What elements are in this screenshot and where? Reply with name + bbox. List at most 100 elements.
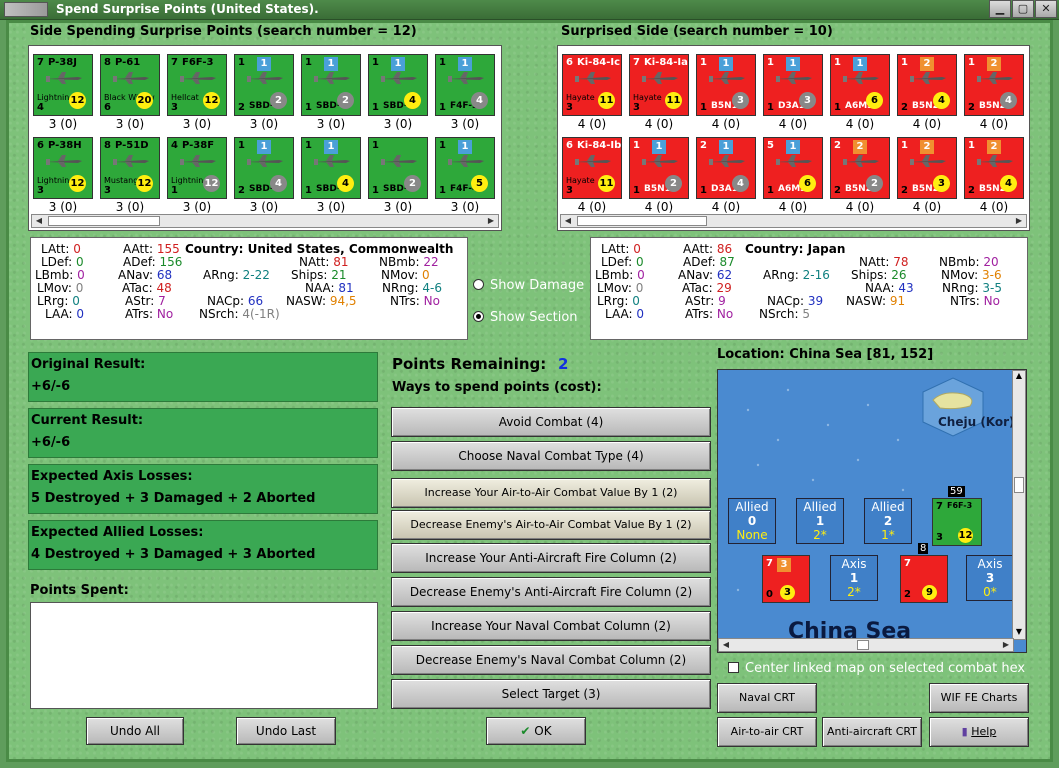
scroll-up-icon[interactable]: ▲ — [1013, 371, 1025, 383]
scrollbar-thumb[interactable] — [577, 216, 707, 226]
counter-caption: 4 (0) — [577, 117, 607, 131]
combat-map[interactable]: Cheju (Kor) China Sea Allied 0 None Alli… — [717, 369, 1027, 653]
spend-option-button[interactable]: Avoid Combat (4) — [391, 407, 711, 437]
counter-range-circle: 4 — [471, 92, 488, 109]
right-counter[interactable]: 6 Ki-84-Ib Hayate 3 11 — [562, 137, 622, 199]
spend-option-button[interactable]: Increase Your Anti-Aircraft Fire Column … — [391, 543, 711, 573]
minimize-icon[interactable]: ▁ — [989, 0, 1011, 18]
points-spent-list[interactable] — [30, 602, 378, 709]
right-counter[interactable]: 6 Ki-84-Ic Hayate 3 11 — [562, 54, 622, 116]
show-damage-radio[interactable]: Show Damage — [473, 278, 584, 293]
axis-box-1[interactable]: Axis 1 2* — [830, 555, 878, 601]
wif-fe-charts-button[interactable]: WIF FE Charts — [929, 683, 1029, 713]
right-counters-scrollbar[interactable]: ◀ ▶ — [560, 214, 1027, 228]
allied-box-0[interactable]: Allied 0 None — [728, 498, 776, 544]
counter-defense-value: 1 — [439, 102, 446, 113]
scroll-right-icon[interactable]: ▶ — [484, 215, 498, 227]
counter-range-circle: 12 — [136, 175, 153, 192]
undo-last-button[interactable]: Undo Last — [236, 717, 336, 745]
undo-all-button[interactable]: Undo All — [86, 717, 184, 745]
spend-option-button[interactable]: Decrease Enemy's Anti-Aircraft Fire Colu… — [391, 577, 711, 607]
scrollbar-thumb[interactable] — [1014, 477, 1024, 493]
spend-option-button[interactable]: Choose Naval Combat Type (4) — [391, 441, 711, 471]
right-counter[interactable]: 1 2 B5N2 2 4 — [897, 54, 957, 116]
right-counter[interactable]: 1 1 D3A1 1 3 — [763, 54, 823, 116]
counter-defense-value: 2 — [834, 185, 841, 196]
scroll-right-icon[interactable]: ▶ — [1012, 215, 1026, 227]
spend-option-button[interactable]: Decrease Enemy's Air-to-Air Combat Value… — [391, 510, 711, 540]
counter-defense-value: 3 — [566, 185, 573, 196]
left-counter[interactable]: 1 1 SBD-4 2 2 — [234, 54, 294, 116]
close-icon[interactable]: ✕ — [1035, 0, 1057, 18]
map-vertical-scrollbar[interactable]: ▲ ▼ — [1012, 370, 1026, 640]
right-counter[interactable]: 7 Ki-84-Ia Hayate 3 11 — [629, 54, 689, 116]
scroll-right-icon[interactable]: ▶ — [999, 639, 1013, 651]
counter-attack-value: 5 — [767, 140, 774, 151]
right-counter[interactable]: 2 1 D3A1 1 4 — [696, 137, 756, 199]
counter-range-circle: 12 — [69, 175, 86, 192]
map-jp-counter-2[interactable]: 7 2 9 — [900, 555, 948, 603]
left-counter[interactable]: 7 F6F-3 Hellcat 3 12 — [167, 54, 227, 116]
left-counter[interactable]: 1 1 SBD-3 2 4 — [234, 137, 294, 199]
right-counter[interactable]: 1 2 B5N2 2 4 — [964, 137, 1024, 199]
right-counter[interactable]: 1 2 B5N2 2 3 — [897, 137, 957, 199]
scroll-left-icon[interactable]: ◀ — [561, 215, 575, 227]
anti-aircraft-crt-button[interactable]: Anti-aircraft CRT — [822, 717, 922, 747]
points-spent-label: Points Spent: — [30, 583, 129, 598]
right-counter[interactable]: 5 1 A6M3 1 6 — [763, 137, 823, 199]
center-linked-map-checkbox[interactable]: Center linked map on selected combat hex — [728, 661, 1025, 676]
show-section-radio[interactable]: Show Section — [473, 310, 578, 325]
axis-box-3[interactable]: Axis 3 0* — [966, 555, 1014, 601]
allied-box-1[interactable]: Allied 1 2* — [796, 498, 844, 544]
right-counter[interactable]: 1 1 B5N1 1 3 — [696, 54, 756, 116]
spend-option-button[interactable]: Increase Your Air-to-Air Combat Value By… — [391, 478, 711, 508]
ok-button[interactable]: ✔ OK — [486, 717, 586, 745]
left-counter[interactable]: 1 SBD-4 1 2 — [368, 137, 428, 199]
counter-nickname: Hellcat — [171, 93, 199, 102]
scrollbar-thumb[interactable] — [857, 640, 869, 650]
left-counter[interactable]: 4 P-38F Lightning 1 12 — [167, 137, 227, 199]
scroll-left-icon[interactable]: ◀ — [32, 215, 46, 227]
counter-nickname: Hayate — [566, 93, 595, 102]
help-button[interactable]: ▮ Help — [929, 717, 1029, 747]
window-menu-icon[interactable] — [4, 2, 48, 17]
left-counter[interactable]: 1 1 SBD-1 1 2 — [301, 54, 361, 116]
counter-defense-value: 1 — [372, 185, 379, 196]
aircraft-icon — [776, 155, 812, 167]
right-counter[interactable]: 1 1 B5N1 1 2 — [629, 137, 689, 199]
map-jp-counter-1[interactable]: 7 3 0 3 — [762, 555, 810, 603]
counter-name: P-38H — [48, 140, 82, 151]
naval-crt-button[interactable]: Naval CRT — [717, 683, 817, 713]
left-counter[interactable]: 6 P-38H Lightning 3 12 — [33, 137, 93, 199]
maximize-icon[interactable]: ▢ — [1012, 0, 1034, 18]
radio-on-icon[interactable] — [473, 311, 484, 322]
checkbox-unchecked-icon[interactable] — [728, 662, 739, 673]
left-counter[interactable]: 1 1 SBD-4 1 4 — [368, 54, 428, 116]
scroll-down-icon[interactable]: ▼ — [1013, 627, 1025, 639]
current-result-box: Current Result: +6/-6 — [28, 408, 378, 458]
left-counter[interactable]: 8 P-51D Mustang 3 12 — [100, 137, 160, 199]
allied-box-2[interactable]: Allied 2 1* — [864, 498, 912, 544]
left-counters-scrollbar[interactable]: ◀ ▶ — [31, 214, 499, 228]
right-counter[interactable]: 1 2 B5N2 2 4 — [964, 54, 1024, 116]
counter-attack-value: 7 — [633, 57, 640, 68]
radio-off-icon[interactable] — [473, 279, 484, 290]
right-counter[interactable]: 1 1 A6M3 1 6 — [830, 54, 890, 116]
spend-option-button[interactable]: Increase Your Naval Combat Column (2) — [391, 611, 711, 641]
left-counter[interactable]: 1 1 F4F-4 1 5 — [435, 137, 495, 199]
counter-range-circle: 11 — [598, 92, 615, 109]
scroll-left-icon[interactable]: ◀ — [719, 639, 733, 651]
right-counter[interactable]: 2 2 B5N2 2 2 — [830, 137, 890, 199]
spend-option-button[interactable]: Decrease Enemy's Naval Combat Column (2) — [391, 645, 711, 675]
aircraft-icon — [180, 155, 216, 167]
spend-option-button[interactable]: Select Target (3) — [391, 679, 711, 709]
left-counter[interactable]: 8 P-61 Black Widow 6 20 — [100, 54, 160, 116]
left-counter[interactable]: 7 P-38J Lightning 4 12 — [33, 54, 93, 116]
left-counter[interactable]: 1 1 F4F-3 1 4 — [435, 54, 495, 116]
scrollbar-thumb[interactable] — [48, 216, 160, 226]
counter-attack-value: 4 — [171, 140, 178, 151]
map-horizontal-scrollbar[interactable]: ◀ ▶ — [718, 638, 1014, 652]
left-counter[interactable]: 1 1 SBD-4 1 4 — [301, 137, 361, 199]
map-us-counter[interactable]: 7 F6F-3 3 12 — [932, 498, 982, 546]
air-to-air-crt-button[interactable]: Air-to-air CRT — [717, 717, 817, 747]
